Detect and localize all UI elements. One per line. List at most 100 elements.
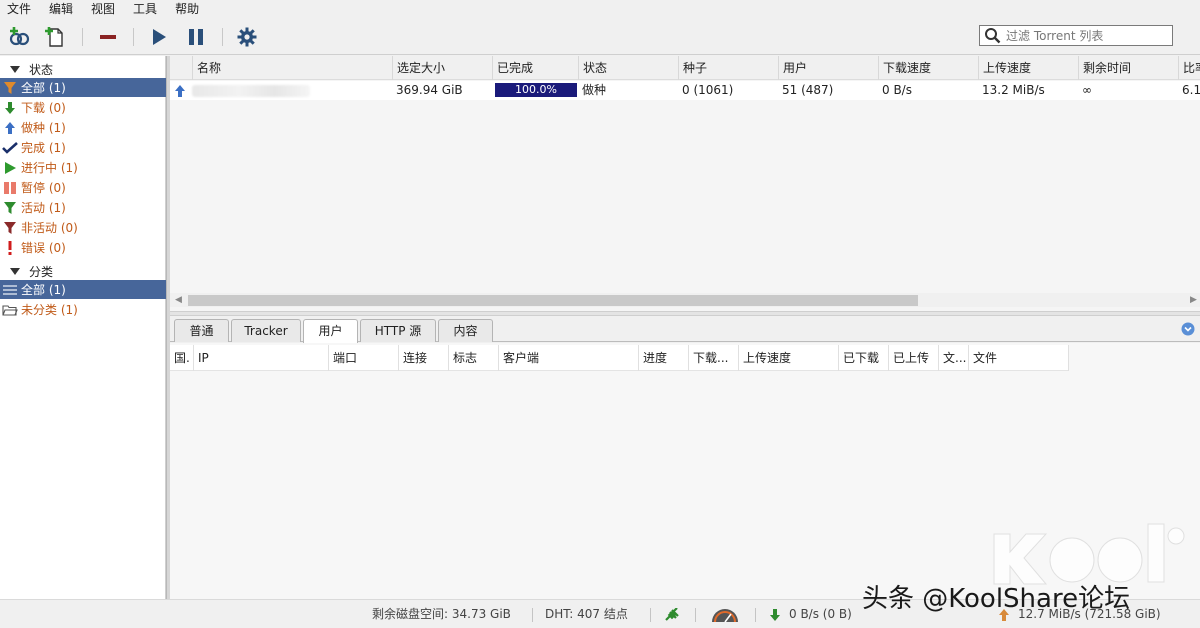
status-item-label: 活动 (1) <box>21 201 66 215</box>
arrow-down-icon <box>1 100 19 116</box>
category-item-label: 全部 (1) <box>21 283 66 297</box>
torrent-eta: ∞ <box>1082 83 1092 97</box>
column-header-download-speed[interactable]: 下载速度 <box>878 56 978 80</box>
collapse-panel-icon[interactable] <box>1181 322 1195 336</box>
column-header-status[interactable]: 状态 <box>578 56 678 80</box>
add-torrent-file-button[interactable] <box>42 24 68 50</box>
toolbar <box>0 19 1200 55</box>
peer-col-port[interactable]: 端口 <box>328 345 398 371</box>
torrent-download-speed: 0 B/s <box>882 83 912 97</box>
category-item-label: 未分类 (1) <box>21 303 78 317</box>
toolbar-separator <box>82 28 83 46</box>
download-rate: 0 B/s (0 B) <box>789 607 852 621</box>
column-header-seeds[interactable]: 种子 <box>678 56 778 80</box>
torrent-seeds: 0 (1061) <box>682 83 734 97</box>
add-link-icon <box>9 27 30 46</box>
peer-col-country[interactable]: 国. <box>170 345 193 371</box>
folder-icon <box>1 302 19 318</box>
status-item-label: 做种 (1) <box>21 121 66 135</box>
category-item-all[interactable]: 全部 (1) <box>0 280 166 299</box>
filter-input[interactable] <box>1003 26 1163 45</box>
menu-view[interactable]: 视图 <box>82 0 124 19</box>
column-header-progress[interactable]: 已完成 <box>492 56 578 80</box>
column-header-peers[interactable]: 用户 <box>778 56 878 80</box>
column-header-upload-speed[interactable]: 上传速度 <box>978 56 1078 80</box>
torrent-peers: 51 (487) <box>782 83 834 97</box>
play-icon <box>1 160 19 176</box>
torrent-row[interactable]: 369.94 GiB 100.0% 做种 0 (1061) 51 (487) 0… <box>170 81 1200 100</box>
column-header-ratio[interactable]: 比率 <box>1178 56 1200 80</box>
status-section-header[interactable]: 状态 <box>0 60 166 78</box>
peer-col-client[interactable]: 客户端 <box>498 345 638 371</box>
toolbar-separator <box>222 28 223 46</box>
peer-col-flags[interactable]: 标志 <box>448 345 498 371</box>
status-item-label: 错误 (0) <box>21 241 66 255</box>
status-item-running[interactable]: 进行中 (1) <box>0 158 166 177</box>
resume-button[interactable] <box>146 24 172 50</box>
speed-limit-icon[interactable] <box>710 607 740 623</box>
play-icon <box>153 29 166 45</box>
connection-status-icon[interactable] <box>664 608 680 622</box>
status-item-label: 完成 (1) <box>21 141 66 155</box>
status-item-paused[interactable]: 暂停 (0) <box>0 178 166 197</box>
gear-icon <box>237 27 257 47</box>
scroll-left-arrow-icon[interactable]: ◀ <box>175 295 182 305</box>
status-separator <box>695 608 696 622</box>
menu-file[interactable]: 文件 <box>0 0 40 19</box>
pause-icon <box>189 29 203 45</box>
peer-col-relevance[interactable]: 文... <box>938 345 968 371</box>
category-section-header[interactable]: 分类 <box>0 262 166 280</box>
peer-col-download[interactable]: 下载... <box>688 345 738 371</box>
status-item-all[interactable]: 全部 (1) <box>0 78 166 97</box>
tab-peers[interactable]: 用户 <box>303 319 358 343</box>
column-header-name[interactable]: 名称 <box>192 56 392 80</box>
peer-col-connection[interactable]: 连接 <box>398 345 448 371</box>
free-disk-space: 剩余磁盘空间: 34.73 GiB <box>372 607 511 621</box>
pause-button[interactable] <box>183 24 209 50</box>
seeding-arrow-icon <box>175 85 185 97</box>
tab-tracker[interactable]: Tracker <box>231 319 301 342</box>
status-item-inactive[interactable]: 非活动 (0) <box>0 218 166 237</box>
tab-general[interactable]: 普通 <box>174 319 229 342</box>
peer-col-upload-speed[interactable]: 上传速度 <box>738 345 838 371</box>
menu-edit[interactable]: 编辑 <box>40 0 82 19</box>
torrent-upload-speed: 13.2 MiB/s <box>982 83 1045 97</box>
menu-tools[interactable]: 工具 <box>124 0 166 19</box>
status-item-active[interactable]: 活动 (1) <box>0 198 166 217</box>
tab-http-sources[interactable]: HTTP 源 <box>360 319 436 342</box>
settings-button[interactable] <box>234 24 260 50</box>
peer-col-downloaded[interactable]: 已下载 <box>838 345 888 371</box>
scroll-right-arrow-icon[interactable]: ▶ <box>1190 295 1197 305</box>
torrent-size: 369.94 GiB <box>396 83 463 97</box>
status-item-downloading[interactable]: 下载 (0) <box>0 98 166 117</box>
torrent-list: 名称 选定大小 已完成 状态 种子 用户 下载速度 上传速度 剩余时间 比率 3… <box>170 56 1200 311</box>
watermark-text: 头条 @KoolShare论坛 <box>862 584 1131 614</box>
horizontal-scrollbar[interactable]: ◀ ▶ <box>170 293 1200 307</box>
status-item-errored[interactable]: 错误 (0) <box>0 238 166 257</box>
remove-button[interactable] <box>95 24 121 50</box>
filter-icon <box>1 80 19 96</box>
category-header-label: 分类 <box>29 264 54 279</box>
menu-bar: 文件 编辑 视图 工具 帮助 <box>0 0 1200 19</box>
toolbar-separator <box>133 28 134 46</box>
column-header-eta[interactable]: 剩余时间 <box>1078 56 1178 80</box>
peer-col-uploaded[interactable]: 已上传 <box>888 345 938 371</box>
peer-col-ip[interactable]: IP <box>193 345 328 371</box>
peers-table-header: 国. IP 端口 连接 标志 客户端 进度 下载... 上传速度 已下载 已上传… <box>170 345 1069 371</box>
column-header-size[interactable]: 选定大小 <box>392 56 492 80</box>
status-item-seeding[interactable]: 做种 (1) <box>0 118 166 137</box>
status-item-completed[interactable]: 完成 (1) <box>0 138 166 157</box>
peer-col-progress[interactable]: 进度 <box>638 345 688 371</box>
exclamation-icon <box>1 240 19 256</box>
tab-content[interactable]: 内容 <box>438 319 493 342</box>
torrent-ratio: 6.12 <box>1182 83 1200 97</box>
peer-col-files[interactable]: 文件 <box>968 345 1069 371</box>
pause-icon <box>1 180 19 196</box>
status-separator <box>532 608 533 622</box>
filter-red-icon <box>1 220 19 236</box>
category-item-uncategorized[interactable]: 未分类 (1) <box>0 300 166 319</box>
add-torrent-link-button[interactable] <box>6 24 32 50</box>
menu-help[interactable]: 帮助 <box>166 0 208 19</box>
scrollbar-thumb[interactable] <box>188 295 918 306</box>
arrow-up-icon <box>1 120 19 136</box>
